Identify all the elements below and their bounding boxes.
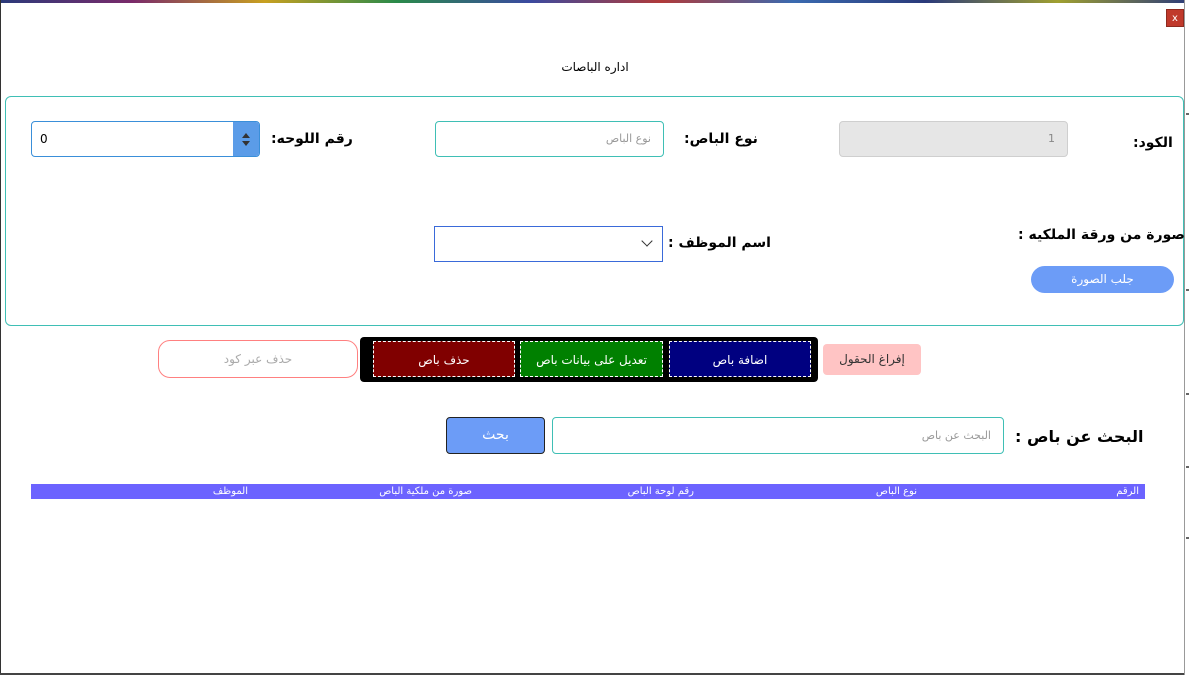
column-header-plate-number: رقم لوحة الباص (627, 486, 694, 497)
code-label: الكود: (1133, 135, 1173, 151)
code-field: 1 (839, 121, 1068, 157)
close-button[interactable]: x (1166, 9, 1184, 27)
column-header-number: الرقم (1116, 486, 1139, 497)
delete-by-code-input[interactable]: حذف عبر كود (158, 340, 358, 378)
window-right-border (1184, 0, 1190, 675)
spin-down-icon[interactable] (242, 140, 250, 146)
chevron-down-icon (641, 235, 653, 247)
edge-mark (1186, 393, 1189, 395)
background-strip (0, 0, 1190, 3)
search-button[interactable]: بحث (446, 417, 545, 454)
employee-label: اسم الموظف : (668, 235, 771, 251)
plate-number-stepper[interactable] (233, 122, 259, 156)
plate-number-input[interactable]: 0 (31, 121, 260, 157)
close-icon: x (1172, 13, 1178, 24)
edge-mark (1186, 466, 1189, 468)
bus-type-label: نوع الباص: (684, 131, 758, 147)
table-header: الرقم نوع الباص رقم لوحة الباص صورة من م… (31, 484, 1145, 499)
edge-mark (1186, 537, 1189, 539)
page-title: اداره الباصات (561, 60, 629, 74)
column-header-ownership-image: صورة من ملكية الباص (379, 486, 472, 497)
spin-up-icon[interactable] (242, 132, 250, 138)
clear-fields-button[interactable]: إفراغ الحقول (823, 344, 921, 375)
employee-select[interactable] (434, 226, 663, 262)
fetch-image-button[interactable]: جلب الصورة (1031, 266, 1174, 293)
ownership-image-label: صورة من ورقة الملكيه : (1018, 227, 1185, 243)
search-label: البحث عن باص : (1015, 427, 1144, 446)
edit-bus-button[interactable]: تعديل على بيانات باص (520, 341, 663, 377)
plate-number-label: رقم اللوحه: (271, 131, 353, 147)
edge-mark (1186, 113, 1189, 115)
delete-bus-button[interactable]: حذف باص (373, 341, 515, 377)
search-input[interactable]: البحث عن باص (552, 417, 1004, 454)
add-bus-button[interactable]: اضافة باص (669, 341, 811, 377)
window-left-border (0, 0, 1, 675)
edge-mark (1186, 289, 1189, 291)
column-header-employee: الموظف (212, 486, 248, 497)
plate-number-value: 0 (40, 132, 48, 146)
column-header-bus-type: نوع الباص (875, 486, 917, 497)
bus-type-input[interactable]: نوع الباص (435, 121, 664, 157)
